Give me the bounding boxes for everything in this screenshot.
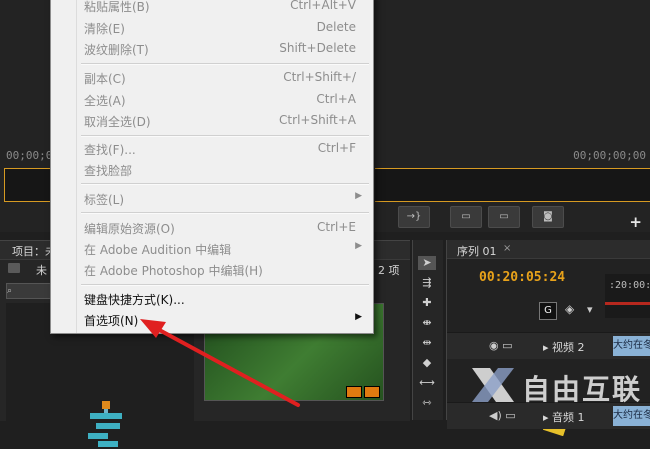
project-item-count: 2 项 xyxy=(378,264,400,277)
menu-item-ripple-delete[interactable]: 波纹删除(T) Shift+Delete xyxy=(52,38,370,60)
lift-button[interactable]: ▭ xyxy=(450,206,482,228)
eye-icon[interactable]: ◉ ▭ xyxy=(489,339,513,352)
marker-icon[interactable]: ◈ xyxy=(565,302,574,316)
work-area-bar xyxy=(605,302,650,305)
monitor-scrub-bar[interactable] xyxy=(375,168,650,202)
menu-item-shortcut: Ctrl+Shift+A xyxy=(279,113,356,127)
menu-separator xyxy=(81,212,369,214)
monitor-timecode-left: 00;00;0 xyxy=(6,149,53,162)
menu-separator xyxy=(81,284,369,286)
menu-item-label: 全选(A) xyxy=(84,94,126,108)
ruler-timecode: :20:00:0 xyxy=(609,280,650,291)
sequence-timecode[interactable]: 00:20:05:24 xyxy=(479,270,565,285)
menu-item-find[interactable]: 查找(F)... Ctrl+F xyxy=(52,138,370,160)
snap-icon[interactable]: G xyxy=(539,302,557,320)
submenu-arrow-icon: ▶ xyxy=(355,312,362,322)
menu-item-label: 副本(C) xyxy=(84,72,126,86)
razor-tool-icon[interactable]: ◆ xyxy=(418,356,436,370)
camera-icon[interactable]: ◙ xyxy=(532,206,564,228)
menu-item-shortcut: Ctrl+E xyxy=(317,220,356,234)
slip-tool-icon[interactable]: ⟷ xyxy=(418,376,436,390)
menu-item-label: 在 Adobe Audition 中编辑 xyxy=(84,243,232,257)
video-track-2[interactable]: ◉ ▭ ▸ 视频 2 大约在冬季 xyxy=(447,332,650,359)
project-search-input[interactable]: ⌕ xyxy=(6,283,56,299)
menu-item-shortcut: Delete xyxy=(316,20,356,34)
menu-item-label: 标签(L) xyxy=(84,193,125,207)
audio-badge-icon xyxy=(364,386,380,398)
video-badge-icon xyxy=(346,386,362,398)
bin-icon xyxy=(8,263,20,273)
selection-tool-icon[interactable]: ➤ xyxy=(418,256,436,270)
track-label: ▸ 视频 2 xyxy=(543,341,585,354)
submenu-arrow-icon: ▶ xyxy=(355,191,362,201)
add-marker-icon[interactable]: ▾ xyxy=(587,303,593,316)
sequence-icon[interactable] xyxy=(86,401,126,449)
menu-item-label: 键盘快捷方式(K)... xyxy=(84,293,185,307)
menu-item-keyboard-shortcuts[interactable]: 键盘快捷方式(K)... xyxy=(52,288,370,310)
menu-item-shortcut: Ctrl+Alt+V xyxy=(290,0,356,12)
menu-item-label: 首选项(N) xyxy=(84,314,139,328)
rate-stretch-tool-icon[interactable]: ⇹ xyxy=(418,336,436,350)
rolling-edit-tool-icon[interactable]: ⇼ xyxy=(418,316,436,330)
menu-item-deselect-all[interactable]: 取消全选(D) Ctrl+Shift+A xyxy=(52,110,370,132)
menu-item-clear[interactable]: 清除(E) Delete xyxy=(52,17,370,39)
clip-badges xyxy=(346,383,382,402)
menu-item-label: 编辑原始资源(O) xyxy=(84,222,175,236)
sequence-tab-label: 序列 01 xyxy=(457,245,497,258)
edit-context-menu: 粘贴属性(B) Ctrl+Alt+V 清除(E) Delete 波纹删除(T) … xyxy=(50,0,374,334)
menu-item-preferences[interactable]: 首选项(N) ▶ xyxy=(52,309,370,331)
watermark: 自由互联 xyxy=(468,360,648,416)
close-icon[interactable]: × xyxy=(503,243,511,254)
menu-separator xyxy=(81,183,369,185)
menu-item-paste-attributes[interactable]: 粘贴属性(B) Ctrl+Alt+V xyxy=(52,0,370,17)
menu-item-edit-in-audition[interactable]: 在 Adobe Audition 中编辑 ▶ xyxy=(52,238,370,260)
button-editor-add-button[interactable]: + xyxy=(629,213,642,231)
trim-out-button[interactable]: →} xyxy=(398,206,430,228)
menu-item-label: 查找(F)... xyxy=(84,143,136,157)
menu-separator xyxy=(81,135,369,137)
timeline-clip[interactable]: 大约在冬季 xyxy=(613,336,650,356)
menu-item-label: 取消全选(D) xyxy=(84,115,151,129)
menu-item-label: 粘贴属性(B) xyxy=(84,0,150,14)
time-ruler[interactable]: :20:00:0 xyxy=(605,274,650,318)
menu-item-label: 在 Adobe Photoshop 中编辑(H) xyxy=(84,264,263,278)
menu-separator xyxy=(81,63,369,65)
slide-tool-icon[interactable]: ⇿ xyxy=(418,396,436,410)
menu-item-shortcut: Ctrl+Shift+/ xyxy=(283,70,356,84)
menu-item-shortcut: Ctrl+A xyxy=(316,92,356,106)
menu-item-duplicate[interactable]: 副本(C) Ctrl+Shift+/ xyxy=(52,67,370,89)
menu-item-label: 清除(E) xyxy=(84,22,125,36)
menu-item-select-all[interactable]: 全选(A) Ctrl+A xyxy=(52,89,370,111)
menu-item-shortcut: Ctrl+F xyxy=(317,141,356,155)
monitor-controls: →} ▭ ▭ ◙ xyxy=(376,206,650,230)
menu-item-edit-in-photoshop[interactable]: 在 Adobe Photoshop 中编辑(H) xyxy=(52,259,370,281)
menu-item-label: 波纹删除(T) xyxy=(84,43,149,57)
extract-button[interactable]: ▭ xyxy=(488,206,520,228)
menu-item-find-faces[interactable]: 查找脸部 xyxy=(52,159,370,181)
submenu-arrow-icon: ▶ xyxy=(355,241,362,251)
monitor-timecode-right: 00;00;00;00 xyxy=(573,149,646,162)
track-select-tool-icon[interactable]: ⇶ xyxy=(418,276,436,290)
menu-item-shortcut: Shift+Delete xyxy=(279,41,356,55)
project-name: 未 xyxy=(36,264,47,277)
sequence-tab[interactable]: 序列 01 × xyxy=(447,240,650,259)
menu-item-edit-original[interactable]: 编辑原始资源(O) Ctrl+E xyxy=(52,217,370,239)
menu-item-label: 查找脸部 xyxy=(84,164,133,178)
ripple-edit-tool-icon[interactable]: ✚ xyxy=(418,296,436,310)
watermark-text: 自由互联 xyxy=(522,373,643,406)
menu-item-label-submenu[interactable]: 标签(L) ▶ xyxy=(52,188,370,210)
watermark-logo-icon xyxy=(472,368,514,402)
tools-panel: ➤ ⇶ ✚ ⇼ ⇹ ◆ ⟷ ⇿ xyxy=(412,240,443,420)
